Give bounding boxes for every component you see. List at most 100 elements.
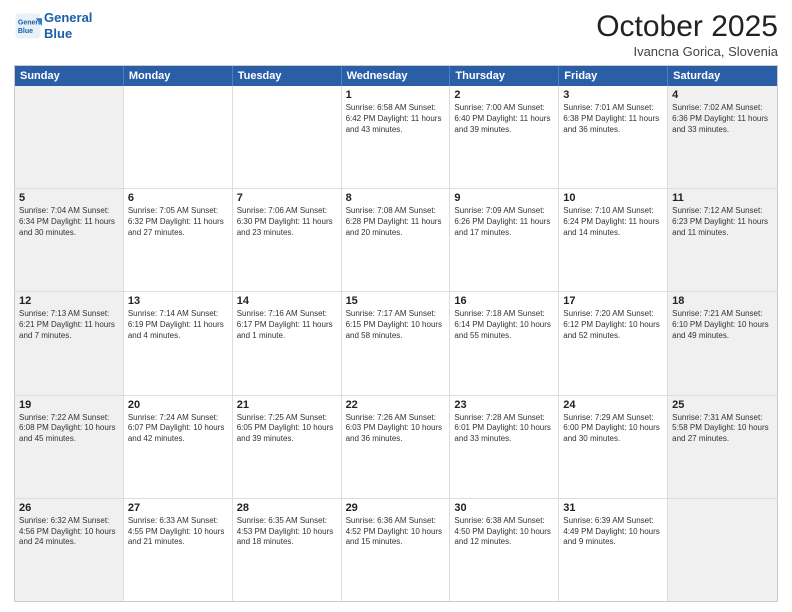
cell-day-number: 7 [237, 192, 337, 204]
cell-day-number: 22 [346, 399, 446, 411]
cell-info: Sunrise: 7:18 AM Sunset: 6:14 PM Dayligh… [454, 309, 554, 341]
cell-info: Sunrise: 7:17 AM Sunset: 6:15 PM Dayligh… [346, 309, 446, 341]
cell-day-number: 19 [19, 399, 119, 411]
cell-day-number: 13 [128, 295, 228, 307]
cell-info: Sunrise: 7:12 AM Sunset: 6:23 PM Dayligh… [672, 206, 773, 238]
header-cell-saturday: Saturday [668, 66, 777, 86]
cell-info: Sunrise: 7:29 AM Sunset: 6:00 PM Dayligh… [563, 413, 663, 445]
cell-info: Sunrise: 7:20 AM Sunset: 6:12 PM Dayligh… [563, 309, 663, 341]
header-cell-wednesday: Wednesday [342, 66, 451, 86]
calendar-cell: 9Sunrise: 7:09 AM Sunset: 6:26 PM Daylig… [450, 189, 559, 291]
cell-day-number: 17 [563, 295, 663, 307]
calendar-cell: 3 Sunrise: 7:01 AM Sunset: 6:38 PM Daylig… [559, 86, 668, 188]
cell-info: Sunrise: 7:00 AM Sunset: 6:40 PM Dayligh… [454, 103, 554, 135]
calendar-cell: 26 Sunrise: 6:32 AM Sunset: 4:56 PM Dayli… [15, 499, 124, 601]
cell-info: Sunrise: 7:25 AM Sunset: 6:05 PM Dayligh… [237, 413, 337, 445]
cell-day-number: 23 [454, 399, 554, 411]
calendar-cell: 6 Sunrise: 7:05 AM Sunset: 6:32 PM Daylig… [124, 189, 233, 291]
cell-day-number: 3 [563, 89, 663, 101]
cell-info: Sunrise: 7:04 AM Sunset: 6:34 PM Dayligh… [19, 206, 119, 238]
cell-day-number: 4 [672, 89, 773, 101]
cell-day-number: 26 [19, 502, 119, 514]
cell-day-number: 15 [346, 295, 446, 307]
calendar-cell: 18Sunrise: 7:21 AM Sunset: 6:10 PM Dayli… [668, 292, 777, 394]
cell-info: Sunrise: 6:39 AM Sunset: 4:49 PM Dayligh… [563, 516, 663, 548]
calendar-cell: 21 Sunrise: 7:25 AM Sunset: 6:05 PM Dayli… [233, 396, 342, 498]
cell-info: Sunrise: 7:13 AM Sunset: 6:21 PM Dayligh… [19, 309, 119, 341]
cell-day-number: 11 [672, 192, 773, 204]
calendar-cell: 13 Sunrise: 7:14 AM Sunset: 6:19 PM Dayli… [124, 292, 233, 394]
cell-day-number: 21 [237, 399, 337, 411]
header-cell-friday: Friday [559, 66, 668, 86]
cell-day-number: 30 [454, 502, 554, 514]
calendar: SundayMondayTuesdayWednesdayThursdayFrid… [14, 65, 778, 602]
calendar-cell: 28 Sunrise: 6:35 AM Sunset: 4:53 PM Dayli… [233, 499, 342, 601]
calendar-cell: 2 Sunrise: 7:00 AM Sunset: 6:40 PM Daylig… [450, 86, 559, 188]
cell-day-number: 12 [19, 295, 119, 307]
header-cell-tuesday: Tuesday [233, 66, 342, 86]
calendar-title: October 2025 [596, 10, 778, 44]
calendar-cell: 24Sunrise: 7:29 AM Sunset: 6:00 PM Dayli… [559, 396, 668, 498]
cell-day-number: 10 [563, 192, 663, 204]
calendar-week-3: 12 Sunrise: 7:13 AM Sunset: 6:21 PM Dayli… [15, 292, 777, 395]
calendar-cell: 15 Sunrise: 7:17 AM Sunset: 6:15 PM Dayli… [342, 292, 451, 394]
calendar-cell: 14 Sunrise: 7:16 AM Sunset: 6:17 PM Dayli… [233, 292, 342, 394]
cell-day-number: 2 [454, 89, 554, 101]
cell-info: Sunrise: 6:35 AM Sunset: 4:53 PM Dayligh… [237, 516, 337, 548]
cell-day-number: 31 [563, 502, 663, 514]
cell-day-number: 6 [128, 192, 228, 204]
cell-day-number: 20 [128, 399, 228, 411]
calendar-cell: 25 Sunrise: 7:31 AM Sunset: 5:58 PM Dayli… [668, 396, 777, 498]
calendar-cell: 12 Sunrise: 7:13 AM Sunset: 6:21 PM Dayli… [15, 292, 124, 394]
calendar-cell: 31 Sunrise: 6:39 AM Sunset: 4:49 PM Dayli… [559, 499, 668, 601]
header-cell-sunday: Sunday [15, 66, 124, 86]
cell-day-number: 25 [672, 399, 773, 411]
calendar-cell: 20 Sunrise: 7:24 AM Sunset: 6:07 PM Dayli… [124, 396, 233, 498]
cell-info: Sunrise: 7:10 AM Sunset: 6:24 PM Dayligh… [563, 206, 663, 238]
title-block: October 2025 Ivancna Gorica, Slovenia [596, 10, 778, 59]
calendar-cell: 16Sunrise: 7:18 AM Sunset: 6:14 PM Dayli… [450, 292, 559, 394]
cell-info: Sunrise: 6:58 AM Sunset: 6:42 PM Dayligh… [346, 103, 446, 135]
header: General Blue General Blue October 2025 I… [14, 10, 778, 59]
cell-day-number: 28 [237, 502, 337, 514]
calendar-cell: 7Sunrise: 7:06 AM Sunset: 6:30 PM Daylig… [233, 189, 342, 291]
calendar-cell: 23 Sunrise: 7:28 AM Sunset: 6:01 PM Dayli… [450, 396, 559, 498]
calendar-cell [15, 86, 124, 188]
logo: General Blue General Blue [14, 10, 92, 41]
calendar-cell [124, 86, 233, 188]
calendar-cell: 4 Sunrise: 7:02 AM Sunset: 6:36 PM Daylig… [668, 86, 777, 188]
cell-day-number: 14 [237, 295, 337, 307]
calendar-cell: 5Sunrise: 7:04 AM Sunset: 6:34 PM Daylig… [15, 189, 124, 291]
calendar-cell: 19Sunrise: 7:22 AM Sunset: 6:08 PM Dayli… [15, 396, 124, 498]
cell-info: Sunrise: 7:14 AM Sunset: 6:19 PM Dayligh… [128, 309, 228, 341]
cell-info: Sunrise: 7:31 AM Sunset: 5:58 PM Dayligh… [672, 413, 773, 445]
calendar-body: 1Sunrise: 6:58 AM Sunset: 6:42 PM Daylig… [15, 86, 777, 601]
calendar-cell: 29Sunrise: 6:36 AM Sunset: 4:52 PM Dayli… [342, 499, 451, 601]
cell-info: Sunrise: 7:28 AM Sunset: 6:01 PM Dayligh… [454, 413, 554, 445]
cell-info: Sunrise: 7:26 AM Sunset: 6:03 PM Dayligh… [346, 413, 446, 445]
page: General Blue General Blue October 2025 I… [0, 0, 792, 612]
cell-info: Sunrise: 7:08 AM Sunset: 6:28 PM Dayligh… [346, 206, 446, 238]
cell-info: Sunrise: 7:01 AM Sunset: 6:38 PM Dayligh… [563, 103, 663, 135]
calendar-cell: 11 Sunrise: 7:12 AM Sunset: 6:23 PM Dayli… [668, 189, 777, 291]
svg-text:Blue: Blue [18, 28, 33, 35]
cell-info: Sunrise: 7:16 AM Sunset: 6:17 PM Dayligh… [237, 309, 337, 341]
calendar-cell: 10 Sunrise: 7:10 AM Sunset: 6:24 PM Dayli… [559, 189, 668, 291]
logo-line1: General [44, 10, 92, 25]
cell-info: Sunrise: 7:05 AM Sunset: 6:32 PM Dayligh… [128, 206, 228, 238]
calendar-header-row: SundayMondayTuesdayWednesdayThursdayFrid… [15, 66, 777, 86]
calendar-week-1: 1Sunrise: 6:58 AM Sunset: 6:42 PM Daylig… [15, 86, 777, 189]
cell-info: Sunrise: 6:36 AM Sunset: 4:52 PM Dayligh… [346, 516, 446, 548]
cell-day-number: 8 [346, 192, 446, 204]
logo-text: General Blue [44, 10, 92, 41]
logo-icon: General Blue [14, 12, 42, 40]
cell-info: Sunrise: 6:32 AM Sunset: 4:56 PM Dayligh… [19, 516, 119, 548]
cell-info: Sunrise: 7:02 AM Sunset: 6:36 PM Dayligh… [672, 103, 773, 135]
calendar-subtitle: Ivancna Gorica, Slovenia [596, 44, 778, 59]
calendar-cell: 27Sunrise: 6:33 AM Sunset: 4:55 PM Dayli… [124, 499, 233, 601]
cell-day-number: 27 [128, 502, 228, 514]
calendar-week-4: 19Sunrise: 7:22 AM Sunset: 6:08 PM Dayli… [15, 396, 777, 499]
calendar-cell: 8 Sunrise: 7:08 AM Sunset: 6:28 PM Daylig… [342, 189, 451, 291]
header-cell-thursday: Thursday [450, 66, 559, 86]
cell-info: Sunrise: 7:24 AM Sunset: 6:07 PM Dayligh… [128, 413, 228, 445]
